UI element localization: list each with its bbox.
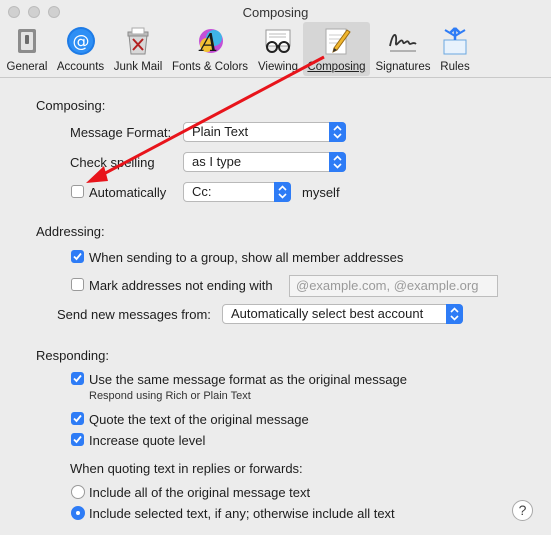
preferences-window: Composing General @ Accounts Junk Mail A… [0, 0, 551, 535]
annotation-arrow [86, 55, 325, 183]
